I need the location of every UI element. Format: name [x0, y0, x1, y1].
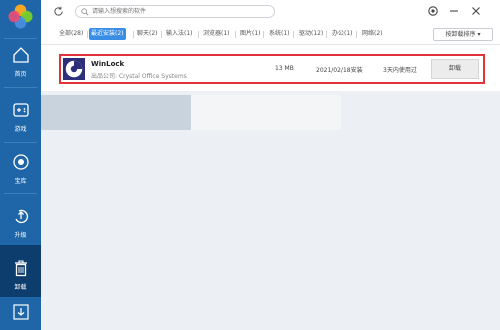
tab-separator [198, 31, 199, 38]
software-publisher: 出品公司: Crystal Office Systems [91, 73, 187, 80]
usage-status: 3天内使用过 [383, 67, 417, 74]
sidebar-item-label: 首页 [14, 71, 27, 78]
sidebar-item-label: 卸载 [14, 284, 27, 291]
software-list: WinLock 出品公司: Crystal Office Systems 13 … [41, 45, 500, 91]
winlock-app-icon [63, 58, 85, 80]
sidebar-item-label: 游戏 [14, 126, 27, 133]
chevron-down-icon: ▾ [477, 31, 481, 38]
gamepad-icon [12, 103, 29, 117]
software-list-area: WinLock 出品公司: Crystal Office Systems 13 … [41, 45, 500, 330]
tab-separator [87, 31, 88, 38]
tab-chat[interactable]: 聊天(2) [135, 28, 160, 40]
sort-dropdown[interactable]: 按卸载排序 ▾ [433, 28, 493, 41]
download-icon [12, 304, 29, 320]
sidebar-item-games[interactable]: 游戏 [0, 99, 41, 155]
sidebar: 首页 游戏 宝库 升级 卸载 [0, 0, 41, 330]
tab-separator [356, 31, 357, 38]
search-icon [81, 8, 89, 16]
app-window: 首页 游戏 宝库 升级 卸载 请输入想搜索的软件 全部(28) 最近安装(2) … [0, 0, 500, 330]
sidebar-divider [4, 87, 37, 88]
tab-images[interactable]: 图片(1) [238, 28, 263, 40]
tab-separator [133, 31, 134, 38]
tab-separator [326, 31, 327, 38]
app-logo-icon [8, 4, 33, 29]
tab-network[interactable]: 网络(2) [360, 28, 385, 40]
tab-separator [293, 31, 294, 38]
top-bar [41, 0, 500, 24]
tab-office[interactable]: 办公(1) [330, 28, 355, 40]
software-name: WinLock [91, 60, 125, 68]
tab-input-method[interactable]: 输入法(1) [164, 28, 195, 40]
placeholder-block [191, 95, 341, 130]
placeholder-block [41, 95, 191, 130]
sidebar-item-label: 升级 [14, 232, 27, 239]
settings-icon[interactable] [426, 4, 440, 18]
tab-separator [263, 31, 264, 38]
tab-browser[interactable]: 浏览器(1) [201, 28, 232, 40]
tab-drivers[interactable]: 驱动(12) [297, 28, 325, 40]
tab-separator [235, 31, 236, 38]
category-tabs: 全部(28) 最近安装(2) 聊天(2) 输入法(1) 浏览器(1) 图片(1)… [41, 24, 500, 45]
search-input[interactable] [92, 6, 270, 17]
minimize-icon[interactable] [447, 4, 461, 18]
home-icon [12, 47, 29, 63]
sidebar-item-label: 宝库 [14, 178, 27, 185]
software-size: 13 MB [275, 65, 294, 72]
tab-separator [161, 31, 162, 38]
sidebar-item-download[interactable] [0, 301, 41, 327]
software-row[interactable]: WinLock 出品公司: Crystal Office Systems 13 … [59, 54, 485, 84]
sidebar-item-treasure[interactable]: 宝库 [0, 151, 41, 207]
close-icon[interactable] [469, 4, 483, 18]
search-box[interactable] [75, 5, 275, 18]
refresh-icon[interactable] [53, 6, 64, 17]
install-date: 2021/02/18安装 [316, 67, 363, 74]
sidebar-divider [4, 193, 37, 194]
upgrade-icon [14, 209, 28, 224]
sidebar-item-home[interactable]: 首页 [0, 44, 41, 100]
tab-system[interactable]: 系统(1) [267, 28, 292, 40]
trash-icon [14, 260, 27, 277]
sort-label: 按卸载排序 [445, 31, 476, 38]
sidebar-divider [4, 142, 37, 143]
sidebar-item-uninstall[interactable]: 卸载 [0, 245, 41, 297]
sidebar-divider [4, 38, 37, 39]
uninstall-button[interactable]: 卸载 [431, 59, 479, 79]
treasure-icon [12, 154, 29, 170]
tab-recently-installed[interactable]: 最近安装(2) [89, 28, 126, 40]
tab-all[interactable]: 全部(28) [57, 28, 85, 40]
